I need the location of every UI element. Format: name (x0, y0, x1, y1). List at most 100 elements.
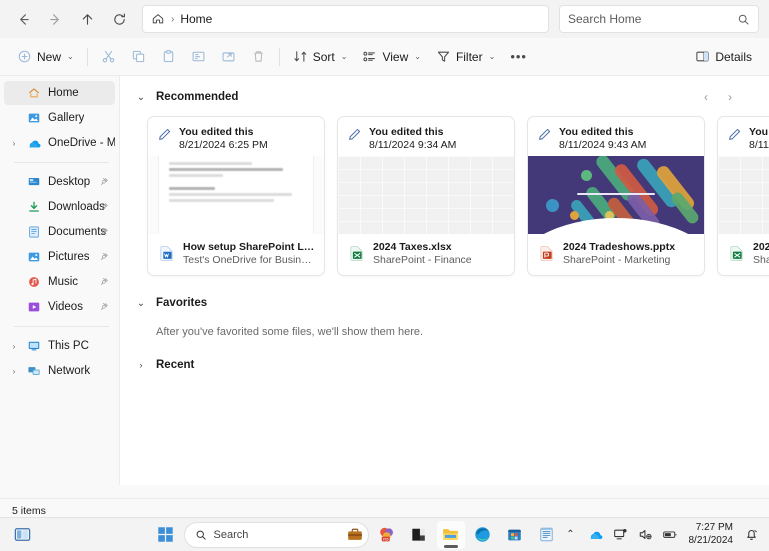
breadcrumb[interactable]: › Home (142, 5, 549, 33)
sort-label: Sort (313, 50, 335, 64)
chevron-right-icon[interactable]: › (719, 86, 741, 108)
paste-button[interactable] (154, 43, 183, 71)
rename-button[interactable] (184, 43, 213, 71)
pin-icon-desktop[interactable] (100, 177, 109, 188)
refresh-button[interactable] (104, 5, 134, 33)
start-button[interactable] (152, 521, 180, 549)
pin-icon-documents[interactable] (100, 227, 109, 238)
pin-icon-downloads[interactable] (100, 202, 109, 213)
briefcase-icon[interactable] (346, 526, 364, 544)
forward-button[interactable] (40, 5, 70, 33)
details-pane-button[interactable]: Details (688, 43, 759, 71)
sidebar-item-this-pc[interactable]: › This PC (4, 334, 115, 358)
card-header: You edited this 8/11/2024 9:43 AM (528, 117, 704, 156)
search-input[interactable]: Search Home (559, 5, 759, 33)
preview-line (169, 174, 223, 177)
view-button[interactable]: View ⌄ (355, 43, 428, 71)
tray-volume-button[interactable] (636, 525, 656, 545)
sidebar-item-label-pictures: Pictures (48, 251, 90, 263)
preview-line (169, 168, 283, 171)
document-preview (158, 156, 314, 234)
sidebar-divider-1 (14, 162, 109, 163)
pencil-icon (727, 127, 742, 147)
sidebar-item-pictures[interactable]: Pictures (4, 245, 115, 269)
pin-icon-music[interactable] (100, 277, 109, 288)
taskbar-search-box[interactable]: Search (184, 522, 369, 548)
recommended-card[interactable]: You edit 8/11/20 (717, 116, 769, 276)
chevron-right-icon-network[interactable]: › (8, 367, 20, 376)
ellipsis-icon: ••• (510, 49, 527, 64)
sidebar-item-documents[interactable]: Documents (4, 220, 115, 244)
toolbar-divider (87, 48, 88, 66)
new-button[interactable]: New ⌄ (10, 43, 81, 71)
recommended-card[interactable]: You edited this 8/11/2024 9:43 AM (527, 116, 705, 276)
notification-bell-icon (744, 527, 759, 542)
sidebar-item-onedrive[interactable]: › OneDrive - Modern (4, 131, 115, 155)
dark-app-icon (409, 525, 428, 544)
svg-text:P65: P65 (383, 537, 389, 541)
item-count-label: 5 items (12, 505, 46, 517)
clock-button[interactable]: 7:27 PM 8/21/2024 (686, 522, 737, 547)
sidebar-item-downloads[interactable]: Downloads (4, 195, 115, 219)
chevron-right-icon-onedrive[interactable]: › (8, 139, 20, 148)
taskbar-app-microsoft-365[interactable]: P65 (373, 521, 401, 549)
taskbar-app-dark[interactable] (405, 521, 433, 549)
back-button[interactable] (8, 5, 38, 33)
sidebar-item-network[interactable]: › Network (4, 359, 115, 383)
sidebar-item-music[interactable]: Music (4, 270, 115, 294)
recent-section: › Recent (120, 354, 769, 376)
favorites-title: Favorites (156, 297, 207, 309)
sort-button[interactable]: Sort ⌄ (286, 43, 355, 71)
card-header: You edit 8/11/20 (718, 117, 769, 156)
tray-overflow-button[interactable]: ⌃ (561, 525, 581, 545)
more-options-button[interactable]: ••• (503, 43, 534, 71)
up-button[interactable] (72, 5, 102, 33)
chevron-right-icon-recent[interactable]: › (134, 360, 148, 370)
pin-icon-videos[interactable] (100, 302, 109, 313)
sidebar-item-desktop[interactable]: Desktop (4, 170, 115, 194)
recommended-cards: You edited this 8/21/2024 6:25 PM (120, 116, 769, 276)
microsoft-365-icon: P65 (377, 525, 396, 544)
card-edited-date: 8/21/2024 6:25 PM (179, 139, 268, 151)
chevron-down-icon-filter: ⌄ (489, 52, 496, 61)
chevron-right-icon-this-pc[interactable]: › (8, 342, 20, 351)
taskbar-app-microsoft-store[interactable] (501, 521, 529, 549)
chevron-down-icon-recommended[interactable]: ⌄ (134, 92, 148, 103)
onedrive-cloud-icon (26, 135, 42, 151)
sidebar-item-videos[interactable]: Videos (4, 295, 115, 319)
filter-button[interactable]: Filter ⌄ (429, 43, 502, 71)
notification-center-button[interactable] (741, 525, 761, 545)
pin-icon-pictures[interactable] (100, 252, 109, 263)
tray-onedrive-button[interactable] (586, 525, 606, 545)
file-explorer-window: › Home Search Home New ⌄ (0, 0, 769, 551)
this-pc-icon (26, 338, 42, 354)
tray-network-button[interactable] (611, 525, 631, 545)
chevron-left-icon[interactable]: ‹ (695, 86, 717, 108)
card-edited-label: You edited this (369, 126, 456, 138)
tray-battery-button[interactable] (661, 525, 681, 545)
breadcrumb-separator: › (171, 14, 174, 25)
downloads-glyph (27, 200, 41, 214)
favorites-section-header[interactable]: ⌄ Favorites (120, 292, 769, 314)
copy-icon (131, 49, 146, 64)
recent-section-header[interactable]: › Recent (120, 354, 769, 376)
taskbar-app-notepad[interactable] (533, 521, 561, 549)
excel-icon (727, 245, 745, 263)
cut-button[interactable] (94, 43, 123, 71)
recommended-card[interactable]: You edited this 8/11/2024 9:34 AM (337, 116, 515, 276)
presentation-artwork (528, 156, 704, 234)
sidebar-item-home[interactable]: Home (4, 81, 115, 105)
sidebar-item-gallery[interactable]: Gallery (4, 106, 115, 130)
recommended-section-header[interactable]: ⌄ Recommended ‹ › (120, 86, 769, 108)
taskbar-app-edge[interactable] (469, 521, 497, 549)
chevron-down-icon-favorites[interactable]: ⌄ (134, 298, 148, 309)
powerpoint-glyph (538, 245, 555, 262)
delete-button[interactable] (244, 43, 273, 71)
taskbar-app-file-explorer[interactable] (437, 521, 465, 549)
recommended-card[interactable]: You edited this 8/21/2024 6:25 PM (147, 116, 325, 276)
task-view-button[interactable] (8, 521, 36, 549)
details-label: Details (715, 50, 752, 64)
copy-button[interactable] (124, 43, 153, 71)
documents-icon (26, 224, 42, 240)
share-button[interactable] (214, 43, 243, 71)
